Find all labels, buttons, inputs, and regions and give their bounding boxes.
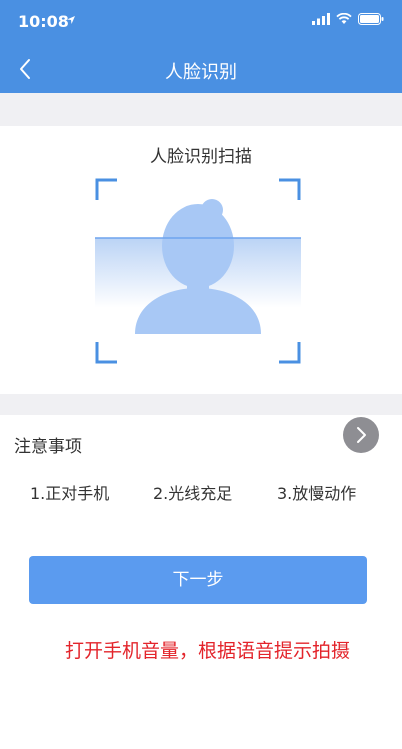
scan-title: 人脸识别扫描 xyxy=(150,147,252,167)
volume-hint: 打开手机音量，根据语音提示拍摄 xyxy=(65,640,351,662)
page-title: 人脸识别 xyxy=(165,62,237,83)
section-divider xyxy=(0,93,402,126)
next-step-button[interactable]: 下一步 xyxy=(29,556,367,604)
wifi-icon xyxy=(336,13,352,24)
face-scan-frame xyxy=(95,178,301,364)
status-time: 10:08 xyxy=(18,12,69,31)
app-header: 10:08 人脸识别 xyxy=(0,0,402,93)
battery-icon xyxy=(358,13,384,25)
scan-section: 人脸识别扫描 xyxy=(0,126,402,394)
signal-icon xyxy=(312,13,330,25)
chevron-right-icon xyxy=(357,427,366,443)
status-icons xyxy=(312,13,384,25)
notes-list: 1.正对手机 2.光线充足 3.放慢动作 xyxy=(0,480,402,504)
section-divider xyxy=(0,394,402,415)
location-arrow-icon xyxy=(67,16,75,24)
note-item: 1.正对手机 xyxy=(30,484,110,503)
notes-expand-button[interactable] xyxy=(343,417,379,453)
note-item: 3.放慢动作 xyxy=(277,484,357,503)
note-item: 2.光线充足 xyxy=(153,484,233,503)
notes-title: 注意事项 xyxy=(14,437,82,457)
